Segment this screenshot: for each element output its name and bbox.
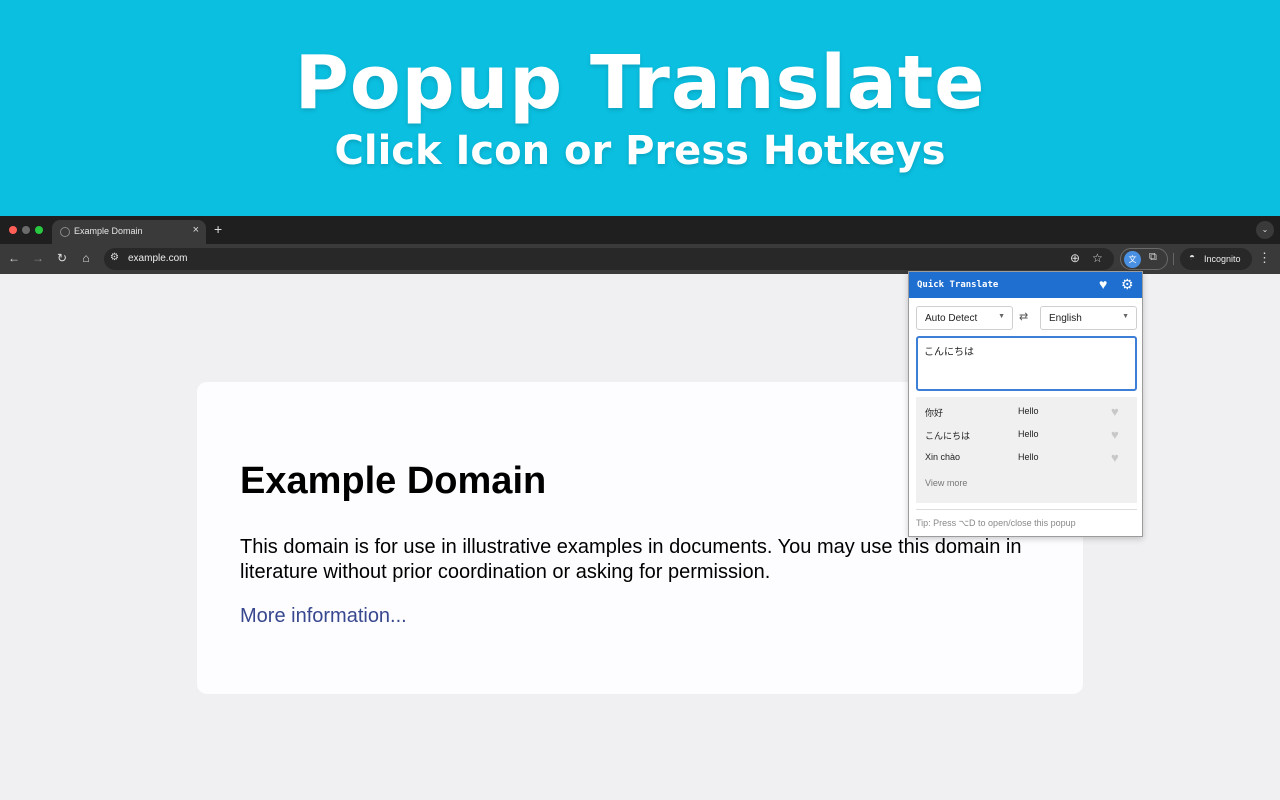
window-minimize-button[interactable] bbox=[22, 226, 30, 234]
tab-bar: Example Domain × + ⌄ bbox=[0, 216, 1280, 244]
url-text[interactable]: example.com bbox=[128, 253, 187, 264]
incognito-icon: ◓ bbox=[1189, 252, 1196, 263]
bookmark-star-icon[interactable]: ☆ bbox=[1092, 251, 1103, 265]
history-target: Hello bbox=[1018, 452, 1039, 462]
promo-banner: Popup Translate Click Icon or Press Hotk… bbox=[0, 0, 1280, 216]
toolbar-divider bbox=[1173, 253, 1174, 265]
window-zoom-button[interactable] bbox=[35, 226, 43, 234]
translate-input[interactable]: こんにちは bbox=[916, 336, 1137, 391]
chevron-down-icon: ▼ bbox=[1122, 313, 1129, 320]
favorites-heart-icon[interactable]: ♥ bbox=[1099, 276, 1107, 292]
browser-toolbar: ← → ↻ ⌂ ⚙ example.com ⊕ ☆ 文 ⧉ ◓ Incognit… bbox=[0, 244, 1280, 274]
translation-history: 你好 Hello ♥ こんにちは Hello ♥ Xin chào Hello … bbox=[916, 397, 1137, 503]
incognito-label: Incognito bbox=[1204, 254, 1241, 264]
window-close-button[interactable] bbox=[9, 226, 17, 234]
chevron-down-icon: ▼ bbox=[998, 313, 1005, 320]
menu-kebab-icon[interactable]: ⋮ bbox=[1258, 250, 1271, 266]
address-bar[interactable]: ⚙ example.com ⊕ ☆ bbox=[104, 248, 1114, 270]
page-heading: Example Domain bbox=[240, 460, 547, 502]
translate-input-text[interactable]: こんにちは bbox=[924, 343, 974, 358]
home-icon[interactable]: ⌂ bbox=[78, 251, 94, 265]
source-language-value: Auto Detect bbox=[925, 313, 978, 324]
history-row[interactable]: Xin chào Hello ♥ bbox=[916, 447, 1137, 469]
incognito-badge[interactable]: ◓ Incognito bbox=[1180, 248, 1252, 270]
heart-icon[interactable]: ♥ bbox=[1111, 450, 1119, 465]
history-target: Hello bbox=[1018, 406, 1039, 416]
extensions-area: 文 ⧉ bbox=[1120, 248, 1168, 270]
tab-close-button[interactable]: × bbox=[193, 224, 199, 236]
heart-icon[interactable]: ♥ bbox=[1111, 404, 1119, 419]
popup-header: Quick Translate ♥ ⚙ bbox=[909, 272, 1142, 298]
site-settings-icon[interactable]: ⚙ bbox=[110, 252, 119, 263]
heart-icon[interactable]: ♥ bbox=[1111, 427, 1119, 442]
tab-search-button[interactable]: ⌄ bbox=[1256, 221, 1274, 239]
popup-divider bbox=[916, 509, 1137, 510]
settings-gear-icon[interactable]: ⚙ bbox=[1121, 276, 1134, 293]
translate-extension-icon[interactable]: 文 bbox=[1124, 251, 1141, 268]
more-info-link[interactable]: More information... bbox=[240, 605, 407, 628]
reload-icon[interactable]: ↻ bbox=[54, 251, 70, 265]
tab-example-domain[interactable]: Example Domain × bbox=[52, 220, 206, 244]
history-source: こんにちは bbox=[925, 431, 971, 441]
history-target: Hello bbox=[1018, 429, 1039, 439]
page-body-text: This domain is for use in illustrative e… bbox=[240, 536, 1022, 583]
banner-title: Popup Translate bbox=[294, 40, 986, 126]
history-source: 你好 bbox=[925, 408, 944, 418]
history-source: Xin chào bbox=[925, 452, 961, 462]
source-language-select[interactable]: Auto Detect ▼ bbox=[916, 306, 1013, 330]
swap-languages-icon[interactable]: ⇄ bbox=[1019, 310, 1028, 323]
new-tab-button[interactable]: + bbox=[214, 221, 222, 237]
target-language-value: English bbox=[1049, 313, 1082, 324]
forward-icon[interactable]: → bbox=[30, 251, 46, 265]
back-icon[interactable]: ← bbox=[6, 251, 22, 265]
puzzle-icon[interactable]: ⧉ bbox=[1149, 251, 1157, 264]
target-language-select[interactable]: English ▼ bbox=[1040, 306, 1137, 330]
history-row[interactable]: こんにちは Hello ♥ bbox=[916, 424, 1137, 446]
tab-title: Example Domain bbox=[74, 226, 143, 236]
hotkey-tip: Tip: Press ⌥D to open/close this popup bbox=[916, 518, 1076, 528]
zoom-icon[interactable]: ⊕ bbox=[1070, 251, 1080, 265]
globe-icon bbox=[60, 227, 70, 237]
view-more-link[interactable]: View more bbox=[925, 478, 967, 488]
popup-title: Quick Translate bbox=[917, 280, 999, 290]
history-row[interactable]: 你好 Hello ♥ bbox=[916, 401, 1137, 423]
translate-popup: Quick Translate ♥ ⚙ Auto Detect ▼ ⇄ Engl… bbox=[908, 271, 1143, 537]
banner-subtitle: Click Icon or Press Hotkeys bbox=[334, 128, 946, 174]
